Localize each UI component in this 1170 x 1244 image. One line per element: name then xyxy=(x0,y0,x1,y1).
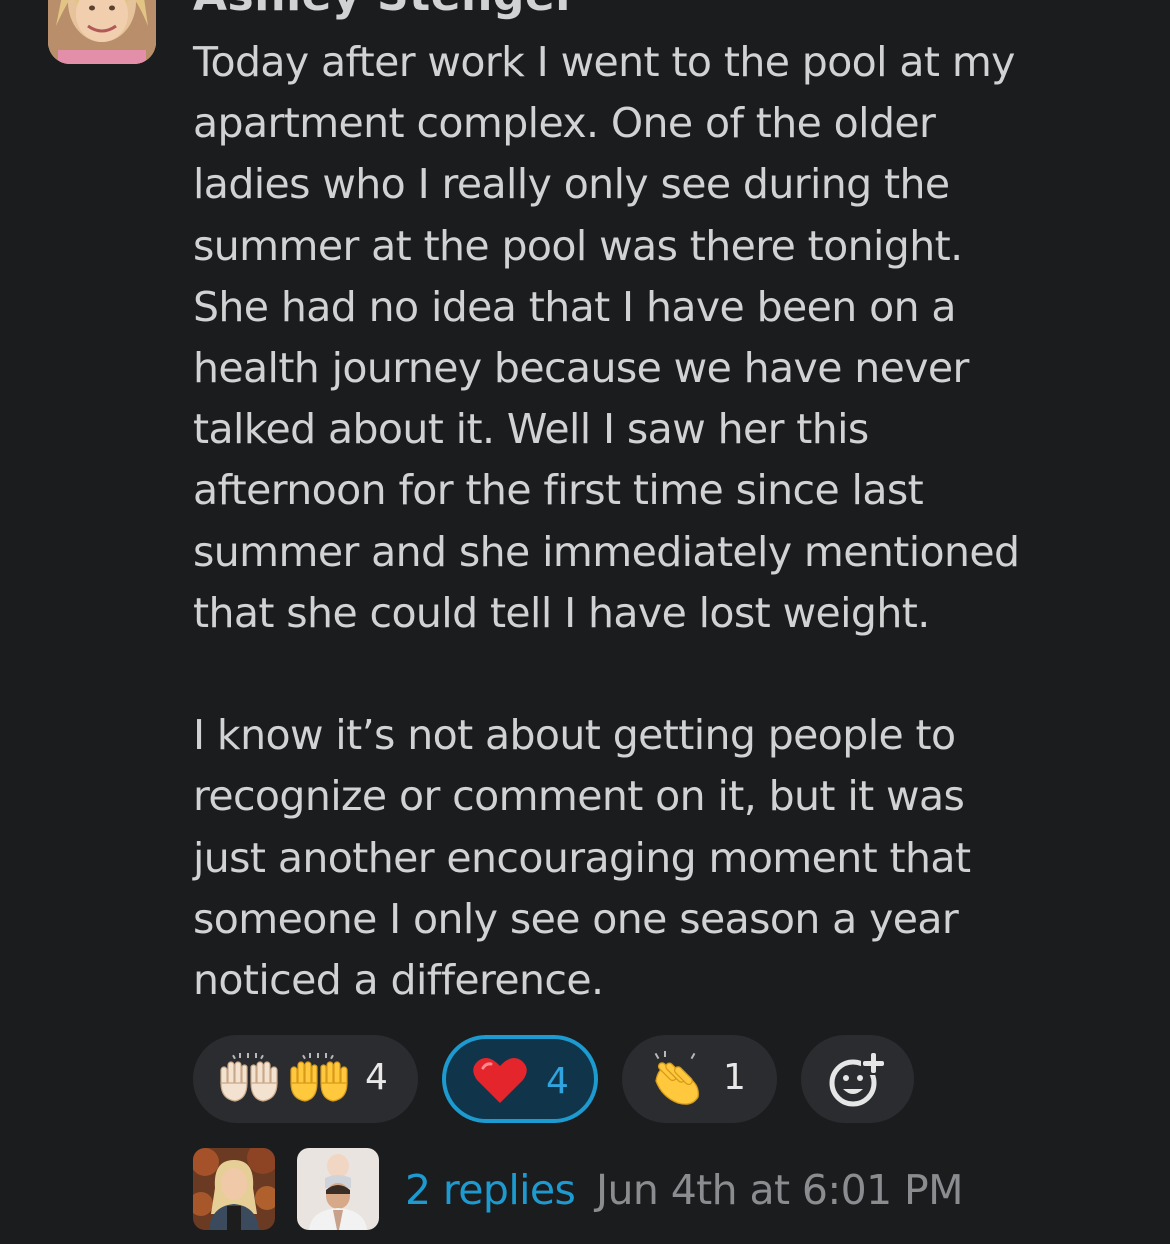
add-reaction-button[interactable] xyxy=(801,1035,914,1123)
add-reaction-icon xyxy=(829,1053,885,1107)
replies-link[interactable]: 2 replies xyxy=(405,1166,576,1214)
message-line: health journey because we have never xyxy=(193,344,969,393)
message-text: Today after work I went to the pool at m… xyxy=(193,32,1133,1011)
message-line: I know it’s not about getting people to xyxy=(193,711,956,760)
thread-footer[interactable]: 2 replies Jun 4th at 6:01 PM xyxy=(193,1148,1153,1232)
message-line: talked about it. Well I saw her this xyxy=(193,405,869,454)
message-line: recognize or comment on it, but it was xyxy=(193,772,965,821)
message-line: that she could tell I have lost weight. xyxy=(193,588,930,637)
message-timestamp: Jun 4th at 6:01 PM xyxy=(596,1166,964,1214)
reaction-raised-hands[interactable]: 4 xyxy=(193,1035,418,1123)
clapping-hands-icon xyxy=(654,1051,699,1105)
sender-avatar[interactable] xyxy=(48,0,156,64)
message-line: She had no idea that I have been on a xyxy=(193,282,957,331)
reply-avatar[interactable] xyxy=(193,1148,275,1230)
message-line: summer at the pool was there tonight. xyxy=(193,221,963,270)
reaction-clapping-hands[interactable]: 1 xyxy=(622,1035,777,1123)
raised-hands-icon xyxy=(220,1053,348,1102)
sender-avatar-image xyxy=(48,0,156,64)
message-line: Today after work I went to the pool at m… xyxy=(193,38,1015,86)
message-line: summer and she immediately mentioned xyxy=(193,527,1020,576)
message-line: afternoon for the first time since last xyxy=(193,466,924,515)
reply-avatar-image xyxy=(297,1148,379,1230)
heart-icon xyxy=(473,1057,527,1103)
reaction-count: 1 xyxy=(723,1057,746,1098)
message-line: noticed a difference. xyxy=(193,956,604,1005)
reaction-count: 4 xyxy=(365,1057,388,1098)
reaction-heart[interactable]: 4 xyxy=(442,1035,598,1123)
sender-name[interactable]: Ashley Stenger xyxy=(193,0,577,21)
message-line: someone I only see one season a year xyxy=(193,894,959,943)
message-line: apartment complex. One of the older xyxy=(193,99,936,148)
message-line: ladies who I really only see during the xyxy=(193,160,950,209)
reply-avatar[interactable] xyxy=(297,1148,379,1230)
reply-avatar-image xyxy=(193,1148,275,1230)
message-line: just another encouraging moment that xyxy=(193,833,971,882)
reaction-count: 4 xyxy=(546,1061,569,1102)
message-view: Ashley Stenger Today after work I went t… xyxy=(0,0,1170,1244)
